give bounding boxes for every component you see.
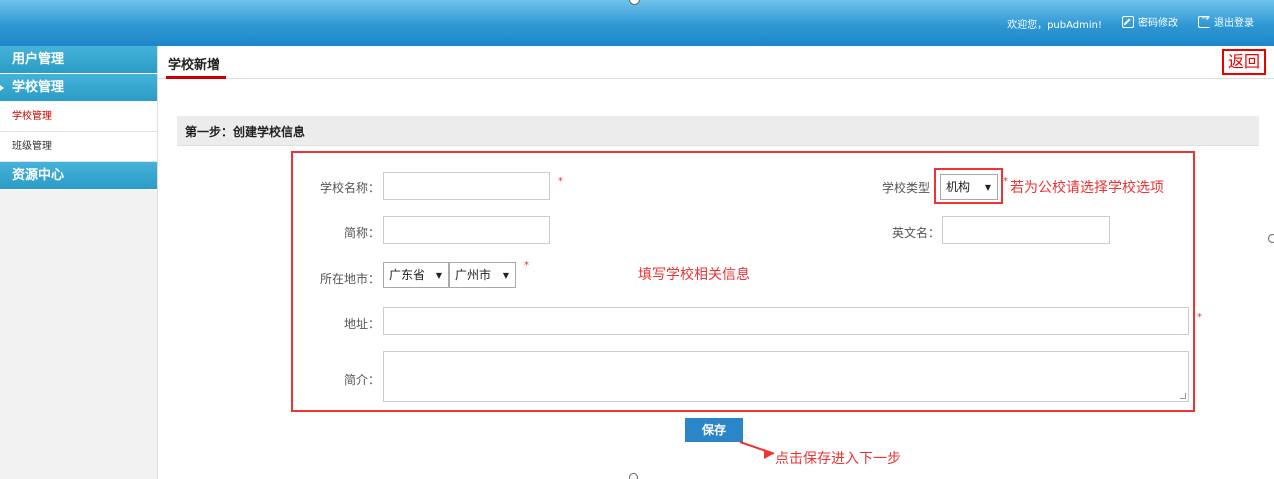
province-value: 广东省	[389, 268, 426, 282]
dropdown-caret-icon: ▼	[435, 271, 442, 280]
resize-handle-icon	[1268, 234, 1274, 243]
step-title: 第一步：创建学校信息	[185, 125, 306, 139]
edit-icon	[1122, 15, 1134, 28]
logout-link[interactable]: 退出登录	[1198, 13, 1254, 29]
province-select[interactable]: 广东省 ▼	[383, 262, 449, 288]
address-label: 地址：	[343, 317, 380, 331]
logout-icon	[1198, 13, 1210, 28]
short-name-label: 简称：	[343, 226, 380, 240]
welcome-text: 欢迎您，pubAdmin!	[1007, 20, 1102, 31]
sidebar-group-school-management[interactable]: 学校管理	[0, 74, 157, 102]
top-header-bar: 欢迎您，pubAdmin! 密码修改 退出登录	[0, 0, 1274, 46]
fill-info-annotation: 填写学校相关信息	[638, 267, 750, 283]
sidebar-group-user-management[interactable]: 用户管理	[0, 46, 157, 74]
school-type-value: 机构	[946, 180, 971, 194]
intro-label: 简介：	[343, 373, 380, 387]
resize-handle-icon	[629, 473, 638, 479]
sidebar-item-class-management[interactable]: 班级管理	[0, 132, 157, 162]
step-header: 第一步：创建学校信息	[177, 116, 1259, 146]
school-type-annotation: 若为公校请选择学校选项	[1010, 180, 1164, 196]
resize-handle-icon	[629, 0, 640, 5]
sidebar-item-school-management[interactable]: 学校管理	[0, 102, 157, 132]
short-name-input[interactable]	[383, 216, 550, 244]
city-select[interactable]: 广州市 ▼	[449, 262, 516, 288]
required-mark: *	[558, 176, 563, 187]
intro-textarea[interactable]	[383, 351, 1189, 402]
required-mark: *	[524, 260, 529, 271]
main-tab-strip: 学校新增	[158, 46, 1274, 79]
english-name-input[interactable]	[942, 216, 1110, 244]
required-mark: *	[1003, 176, 1008, 187]
back-button[interactable]: 返回	[1222, 49, 1266, 75]
school-name-label: 学校名称：	[319, 181, 380, 195]
logout-label: 退出登录	[1214, 18, 1254, 29]
save-annotation: 点击保存进入下一步	[775, 451, 901, 467]
dropdown-caret-icon: ▼	[502, 271, 509, 280]
english-name-label: 英文名：	[891, 226, 940, 240]
school-type-label: 学校类型	[881, 181, 930, 195]
location-label: 所在地市：	[319, 272, 380, 286]
arrow-head-icon	[764, 449, 773, 459]
save-button[interactable]: 保存	[685, 418, 743, 442]
dropdown-caret-icon: ▼	[984, 183, 991, 192]
city-value: 广州市	[455, 268, 492, 282]
resize-grip-icon[interactable]	[1180, 393, 1186, 399]
school-name-input[interactable]	[383, 172, 550, 200]
change-password-link[interactable]: 密码修改	[1122, 14, 1178, 29]
sidebar-group-resource-center[interactable]: 资源中心	[0, 162, 157, 190]
school-type-select[interactable]: 机构 ▼	[940, 174, 998, 200]
change-password-label: 密码修改	[1138, 18, 1178, 29]
required-mark: *	[1197, 312, 1202, 323]
sidebar: 用户管理 学校管理 学校管理 班级管理 资源中心	[0, 46, 158, 479]
tab-school-add[interactable]: 学校新增	[166, 52, 227, 79]
address-input[interactable]	[383, 307, 1189, 335]
